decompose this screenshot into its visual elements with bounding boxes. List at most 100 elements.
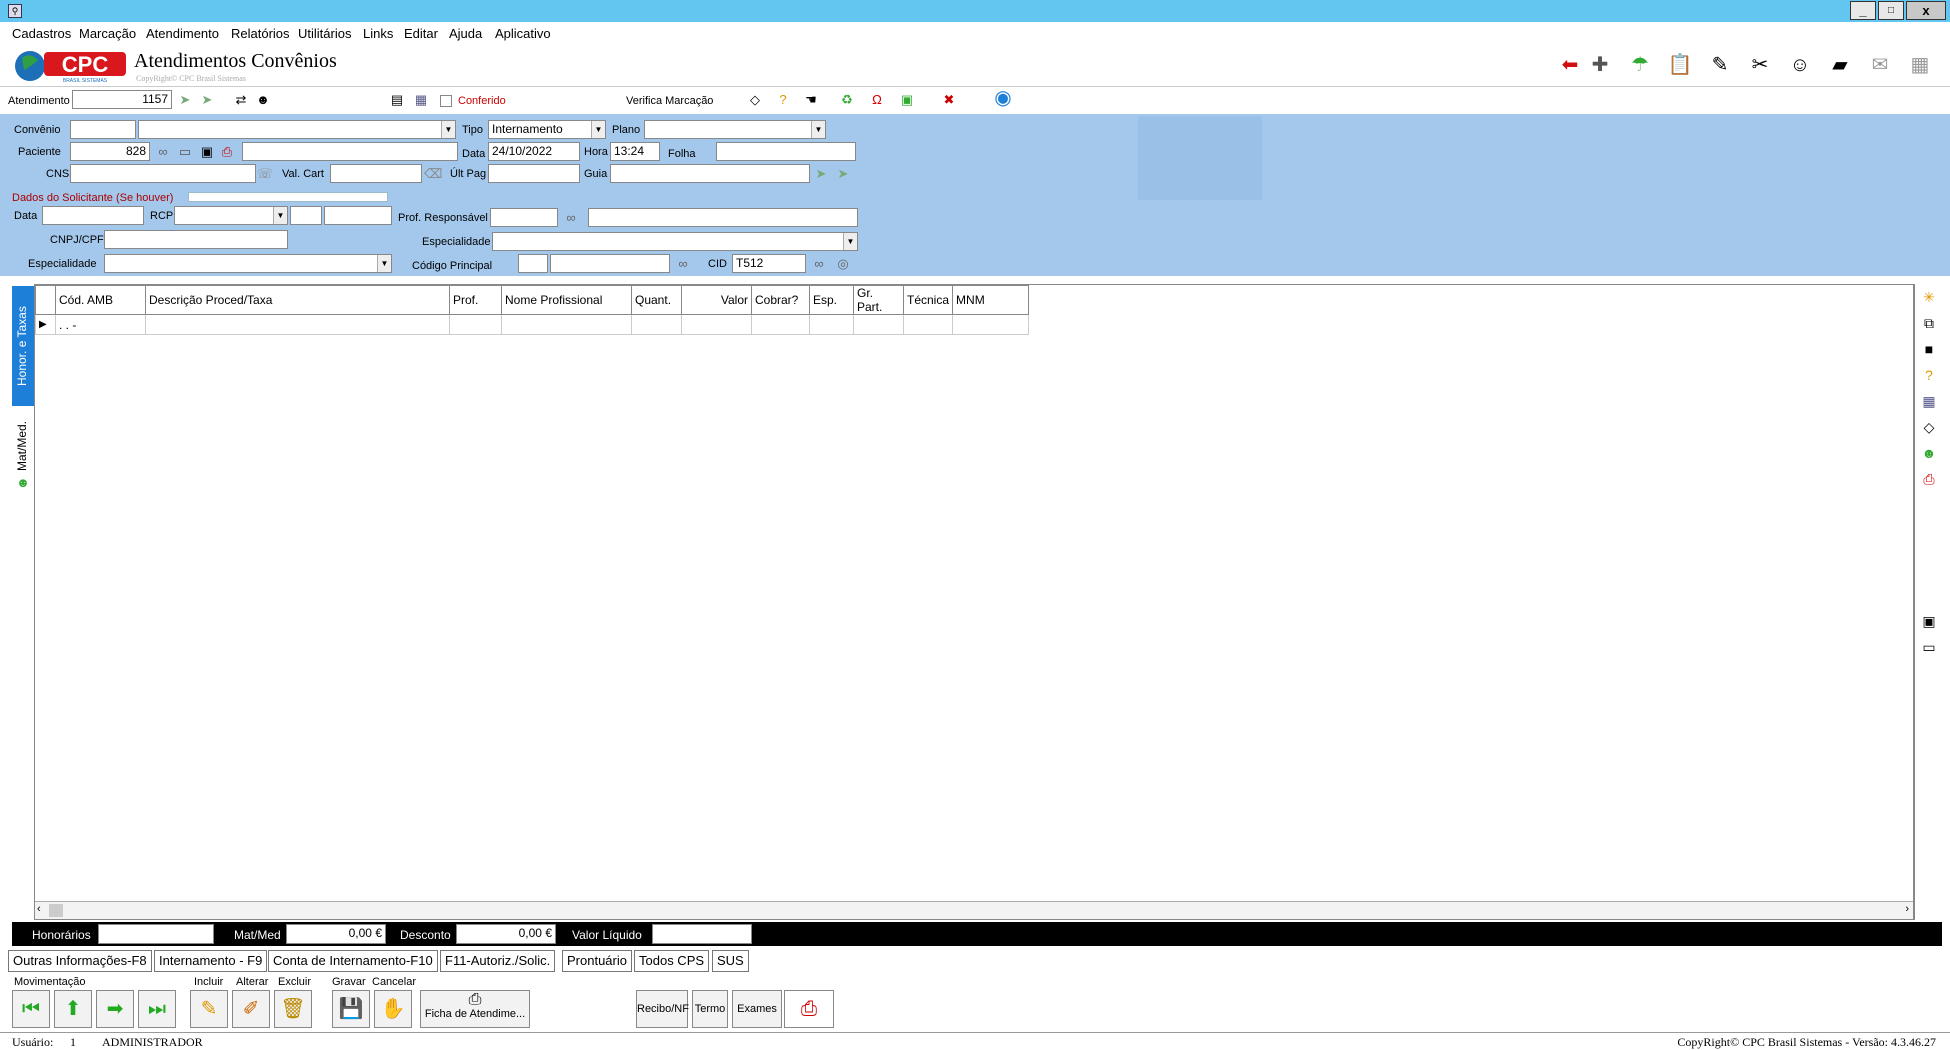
- cancel-doc-icon[interactable]: ✖: [940, 91, 958, 109]
- menu-utilitarios[interactable]: Utilitários: [298, 26, 351, 41]
- tag-icon[interactable]: ✂: [1746, 52, 1774, 78]
- col-descricao[interactable]: Descrição Proced/Taxa: [145, 285, 450, 315]
- first-record-button[interactable]: ⏮: [12, 990, 50, 1028]
- cns-lookup-icon[interactable]: ☏: [256, 165, 274, 183]
- gravar-button[interactable]: 💾: [332, 990, 370, 1028]
- convenio-select[interactable]: ▼: [138, 120, 456, 139]
- guia-field[interactable]: [610, 164, 810, 183]
- calculator-icon[interactable]: ▤: [388, 91, 406, 109]
- desconto-field[interactable]: 0,00 €: [456, 924, 556, 944]
- globe-icon[interactable]: ☂: [1626, 52, 1654, 78]
- recibo-button[interactable]: Recibo/NF: [636, 990, 689, 1028]
- menu-relatorios[interactable]: Relatórios: [231, 26, 290, 41]
- help-side-icon[interactable]: ?: [1920, 366, 1938, 384]
- col-gr-part[interactable]: Gr. Part.: [853, 285, 904, 315]
- people-icon[interactable]: ☺: [1786, 52, 1814, 78]
- tipo-select[interactable]: Internamento ▼: [488, 120, 606, 139]
- copy-icon[interactable]: ⧉: [1920, 314, 1938, 332]
- stethoscope-icon[interactable]: Ω: [868, 91, 886, 109]
- col-tecnica[interactable]: Técnica: [902, 285, 954, 315]
- profresp-name-field[interactable]: [588, 208, 858, 227]
- printer-icon[interactable]: ▰: [1826, 52, 1854, 78]
- menu-aplicativo[interactable]: Aplicativo: [495, 26, 551, 41]
- col-valor[interactable]: Valor: [681, 285, 752, 315]
- chart-icon[interactable]: ▦: [1906, 52, 1934, 78]
- back-arrow-icon[interactable]: ⬅: [1556, 52, 1584, 78]
- paciente-name-field[interactable]: [242, 142, 458, 161]
- calendar-icon[interactable]: ▦: [412, 91, 430, 109]
- menu-links[interactable]: Links: [363, 26, 393, 41]
- eraser-icon[interactable]: ◇: [746, 91, 764, 109]
- help-icon[interactable]: ?: [774, 91, 792, 109]
- menu-editar[interactable]: Editar: [404, 26, 438, 41]
- delete-icon[interactable]: ■: [1920, 340, 1938, 358]
- tab-sus[interactable]: SUS: [712, 950, 749, 972]
- refresh-icon[interactable]: ♻: [838, 91, 856, 109]
- procedures-grid[interactable]: Cód. AMB Descrição Proced/Taxa Prof. Nom…: [34, 284, 1914, 920]
- menu-atendimento[interactable]: Atendimento: [146, 26, 219, 41]
- alterar-button[interactable]: ✐: [232, 990, 270, 1028]
- monitor-icon[interactable]: ▣: [1920, 612, 1938, 630]
- rcp-number-field[interactable]: [324, 206, 392, 225]
- guia-last-icon[interactable]: ➤: [834, 165, 852, 183]
- folder-icon[interactable]: ▭: [1920, 638, 1938, 656]
- cid-field[interactable]: T512: [732, 254, 806, 273]
- tab-honor-taxas[interactable]: Honor. e Taxas: [12, 286, 34, 406]
- cid-clear-icon[interactable]: ◎: [834, 255, 852, 273]
- col-quant[interactable]: Quant.: [631, 285, 682, 315]
- people-side-icon[interactable]: ☻: [1920, 444, 1938, 462]
- scroll-thumb[interactable]: [49, 904, 63, 917]
- sound-icon[interactable]: ◉: [994, 88, 1012, 108]
- hora-field[interactable]: 13:24: [610, 142, 660, 161]
- syringe-icon[interactable]: ✎: [1706, 52, 1734, 78]
- conferido-checkbox[interactable]: [440, 95, 452, 107]
- tab-autoriz-solic[interactable]: F11-Autoriz./Solic.: [440, 950, 556, 972]
- clipboard-icon[interactable]: 📋: [1666, 52, 1694, 78]
- cns-field[interactable]: [70, 164, 256, 183]
- codprinc-search-icon[interactable]: ∞: [674, 255, 692, 273]
- transfer-icon[interactable]: ⇄: [232, 91, 250, 109]
- new-doc-icon[interactable]: ▭: [176, 143, 194, 161]
- tab-outras-informacoes[interactable]: Outras Informações-F8: [8, 950, 152, 972]
- print-side-icon[interactable]: ⎙: [1920, 470, 1938, 488]
- trash-small-icon[interactable]: ⌫: [424, 165, 442, 183]
- col-cobrar[interactable]: Cobrar?: [751, 285, 810, 315]
- scroll-left-icon[interactable]: ‹: [37, 903, 41, 915]
- cnpj-field[interactable]: [104, 230, 288, 249]
- new-item-icon[interactable]: ✳: [1920, 288, 1938, 306]
- calendar-side-icon[interactable]: ▦: [1920, 392, 1938, 410]
- tab-matmed[interactable]: Mat/Med.: [12, 410, 34, 482]
- paciente-code-field[interactable]: 828: [70, 142, 150, 161]
- data-field[interactable]: 24/10/2022: [488, 142, 580, 161]
- binoculars-icon[interactable]: ∞: [154, 143, 172, 161]
- ultpag-field[interactable]: [488, 164, 580, 183]
- table-row[interactable]: ▶ . . -: [35, 314, 1030, 335]
- col-cod-amb[interactable]: Cód. AMB: [55, 285, 146, 315]
- exames-button[interactable]: Exames: [732, 990, 782, 1028]
- especialidade-select[interactable]: ▼: [492, 232, 858, 251]
- previous-record-button[interactable]: ⬆: [54, 990, 92, 1028]
- incluir-button[interactable]: ✎: [190, 990, 228, 1028]
- menu-marcacao[interactable]: Marcação: [79, 26, 136, 41]
- cell-cod-amb[interactable]: . . -: [55, 314, 146, 335]
- codprinc-prefix-field[interactable]: [518, 254, 548, 273]
- menu-ajuda[interactable]: Ajuda: [449, 26, 482, 41]
- last-record-button[interactable]: ⏭: [138, 990, 176, 1028]
- cid-search-icon[interactable]: ∞: [810, 255, 828, 273]
- col-esp[interactable]: Esp.: [809, 285, 854, 315]
- last-icon[interactable]: ➤: [198, 91, 216, 109]
- tab-prontuario[interactable]: Prontuário: [562, 950, 632, 972]
- card-icon[interactable]: ▣: [198, 143, 216, 161]
- termo-button[interactable]: Termo: [692, 990, 728, 1028]
- cancelar-button[interactable]: ✋: [374, 990, 412, 1028]
- print-icon[interactable]: ⎙: [218, 143, 236, 161]
- profresp-search-icon[interactable]: ∞: [562, 209, 580, 227]
- document-icon[interactable]: ▣: [898, 91, 916, 109]
- col-nome-profissional[interactable]: Nome Profissional: [501, 285, 632, 315]
- excluir-button[interactable]: 🗑: [274, 990, 312, 1028]
- horizontal-scrollbar[interactable]: ‹ ›: [35, 901, 1913, 919]
- tab-todos-cps[interactable]: Todos CPS: [634, 950, 710, 972]
- mail-icon[interactable]: ✉: [1866, 52, 1894, 78]
- person-search-icon[interactable]: ☻: [254, 91, 272, 109]
- ficha-atendimento-button[interactable]: ⎙ Ficha de Atendime...: [420, 990, 530, 1028]
